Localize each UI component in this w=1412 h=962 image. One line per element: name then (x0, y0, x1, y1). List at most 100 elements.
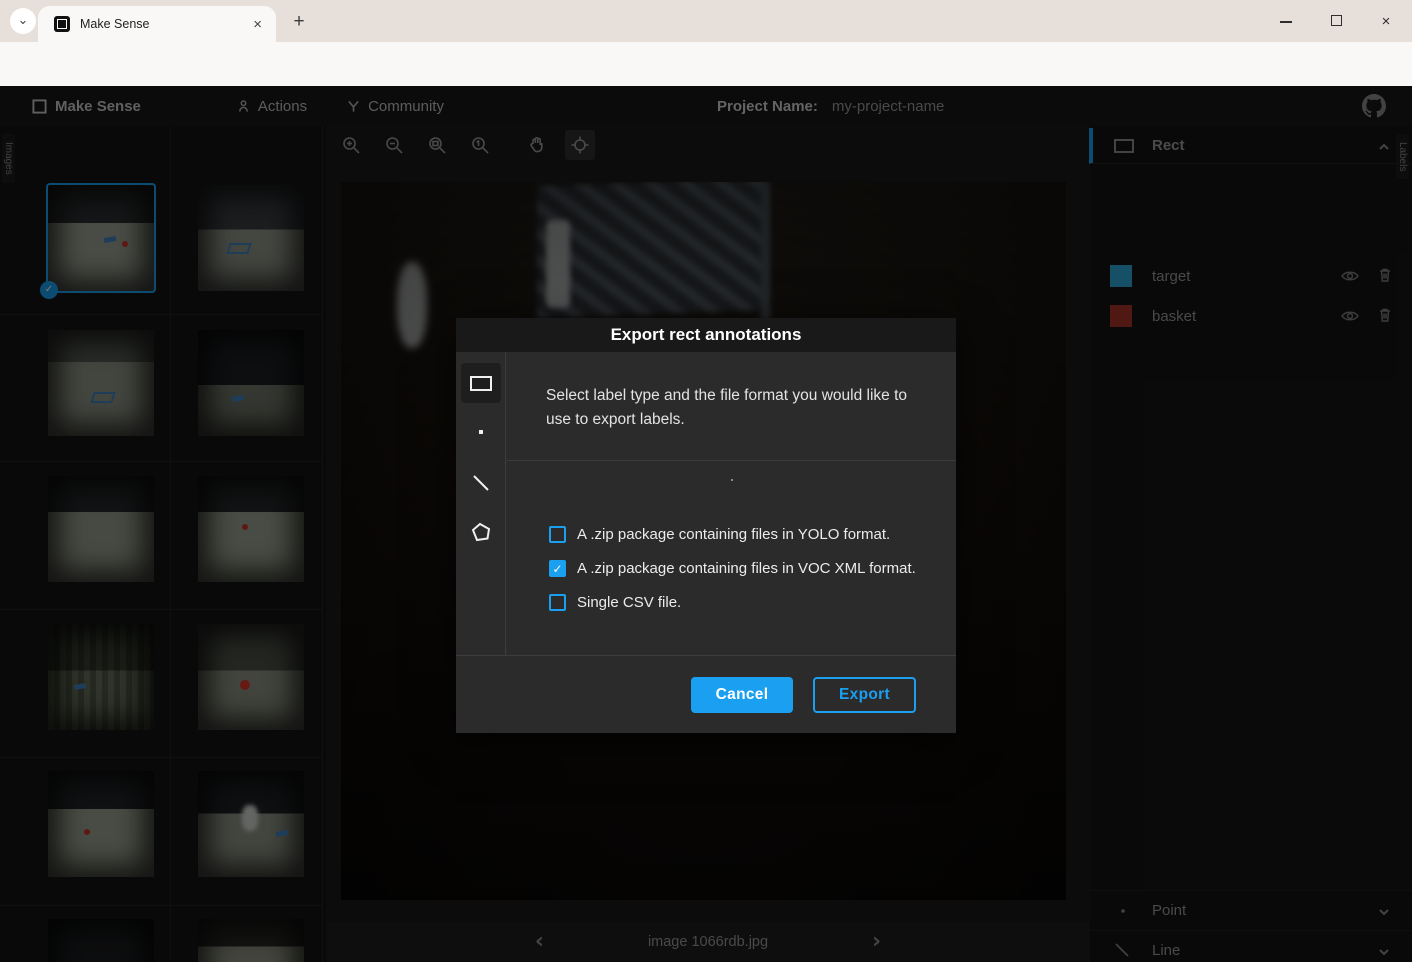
image-thumbnail[interactable] (48, 476, 154, 582)
image-thumbnail[interactable] (198, 624, 304, 730)
option-voc-xml[interactable]: ✓ A .zip package containing files in VOC… (549, 559, 949, 577)
nav-actions[interactable]: Actions (237, 98, 307, 115)
export-annotations-modal: Export rect annotations Select label typ… (456, 318, 956, 733)
label-row-basket[interactable]: basket (1090, 294, 1412, 338)
cancel-button[interactable]: Cancel (691, 677, 793, 713)
chevron-down-icon[interactable] (1378, 945, 1390, 957)
option-label: Single CSV file. (577, 594, 681, 611)
drag-hand-icon[interactable] (522, 130, 552, 160)
minimize-button[interactable] (1276, 13, 1296, 30)
check-icon: ✓ (551, 562, 564, 575)
images-panel: ✓ (0, 126, 326, 962)
browser-toolbar: makesense.ai ☆ Tp G 2 C (0, 42, 1412, 86)
chevron-down-icon[interactable] (1378, 905, 1390, 917)
zoom-in-icon[interactable] (336, 130, 366, 160)
rect-icon (470, 376, 492, 391)
current-image-name: image 1066rdb.jpg (558, 934, 858, 950)
option-label: A .zip package containing files in YOLO … (577, 526, 890, 543)
checkbox[interactable]: ✓ (549, 526, 566, 543)
trash-icon[interactable] (1376, 306, 1396, 326)
divider-dot (731, 479, 733, 481)
labels-side-tab[interactable]: Labels (1396, 134, 1409, 179)
new-tab-button[interactable]: + (286, 9, 312, 35)
label-name: target (1152, 268, 1340, 285)
tab-title: Make Sense (80, 17, 249, 31)
image-thumbnail[interactable] (48, 624, 154, 730)
eye-icon[interactable] (1340, 306, 1360, 326)
line-icon (1112, 940, 1134, 962)
chevron-up-icon[interactable] (1378, 140, 1390, 152)
label-color-swatch (1110, 305, 1132, 327)
label-row-target[interactable]: target (1090, 254, 1412, 298)
zoom-max-icon[interactable] (465, 130, 495, 160)
app-logo[interactable]: Make Sense (32, 98, 141, 115)
image-thumbnail[interactable] (198, 771, 304, 877)
point-section-title: Point (1152, 902, 1378, 919)
rect-section-header[interactable]: Rect (1090, 128, 1412, 164)
rect-type-tab[interactable] (461, 363, 501, 403)
export-button[interactable]: Export (813, 677, 916, 713)
modal-footer-divider (456, 655, 956, 656)
point-icon (1112, 900, 1134, 922)
project-name-label: Project Name: (717, 98, 818, 115)
zoom-out-icon[interactable] (379, 130, 409, 160)
image-thumbnail[interactable] (48, 771, 154, 877)
point-section-header[interactable]: Point (1090, 890, 1412, 930)
polygon-type-tab[interactable] (461, 513, 501, 553)
maximize-button[interactable] (1326, 13, 1346, 30)
image-thumbnail[interactable] (48, 330, 154, 436)
nav-actions-label: Actions (258, 98, 307, 115)
line-section-title: Line (1152, 942, 1378, 959)
tab-search-button[interactable]: ⌄ (10, 8, 36, 34)
screen: ⌄ Make Sense × + × (0, 0, 1412, 962)
option-csv[interactable]: ✓ Single CSV file. (549, 593, 949, 611)
point-icon (479, 430, 483, 434)
close-window-button[interactable]: × (1376, 13, 1396, 30)
previous-image-icon[interactable]: ‹ (521, 923, 558, 961)
nav-community-label: Community (368, 98, 444, 115)
line-icon (469, 471, 493, 495)
app-top-nav: Make Sense Actions Community Project Nam… (0, 86, 1412, 126)
image-thumbnail-selected[interactable]: ✓ (48, 185, 154, 291)
crosshair-tool-icon[interactable] (565, 130, 595, 160)
label-color-swatch (1110, 265, 1132, 287)
polygon-icon (468, 520, 494, 546)
images-side-tab[interactable]: Images (2, 134, 15, 183)
point-type-tab[interactable] (461, 412, 501, 452)
modal-title: Export rect annotations (456, 318, 956, 352)
selected-check-badge: ✓ (40, 281, 58, 299)
option-label: A .zip package containing files in VOC X… (577, 560, 916, 577)
project-name-input[interactable]: my-project-name (832, 98, 945, 115)
modal-description: Select label type and the file format yo… (546, 384, 922, 432)
next-image-icon[interactable]: › (858, 923, 895, 961)
tab-close-icon[interactable]: × (249, 16, 266, 33)
labels-tab-label: Labels (1397, 142, 1408, 171)
image-thumbnail[interactable] (198, 919, 304, 962)
modal-divider (507, 460, 956, 461)
line-section-header[interactable]: Line (1090, 930, 1412, 962)
canvas-toolbar (326, 126, 1090, 164)
github-icon[interactable] (1362, 94, 1386, 123)
window-controls: × (1276, 0, 1404, 42)
image-thumbnail[interactable] (198, 476, 304, 582)
zoom-fit-icon[interactable] (422, 130, 452, 160)
nav-community[interactable]: Community (347, 98, 444, 115)
checkbox[interactable]: ✓ (549, 594, 566, 611)
option-yolo[interactable]: ✓ A .zip package containing files in YOL… (549, 525, 949, 543)
trash-icon[interactable] (1376, 266, 1396, 286)
label-name: basket (1152, 308, 1340, 325)
checkbox[interactable]: ✓ (549, 560, 566, 577)
site-favicon-icon (54, 16, 70, 32)
line-type-tab[interactable] (461, 463, 501, 503)
browser-tab-strip: ⌄ Make Sense × + × (0, 0, 1412, 42)
modal-label-type-sidebar (456, 352, 506, 655)
labels-panel: Rect target basket (1090, 126, 1412, 962)
image-thumbnail[interactable] (198, 330, 304, 436)
browser-tab[interactable]: Make Sense × (38, 6, 276, 42)
eye-icon[interactable] (1340, 266, 1360, 286)
rect-section-title: Rect (1152, 137, 1378, 154)
image-thumbnail[interactable] (48, 919, 154, 962)
images-tab-label: Images (3, 142, 14, 175)
image-thumbnail[interactable] (198, 185, 304, 291)
image-nav-bar: ‹ image 1066rdb.jpg › (326, 922, 1090, 962)
